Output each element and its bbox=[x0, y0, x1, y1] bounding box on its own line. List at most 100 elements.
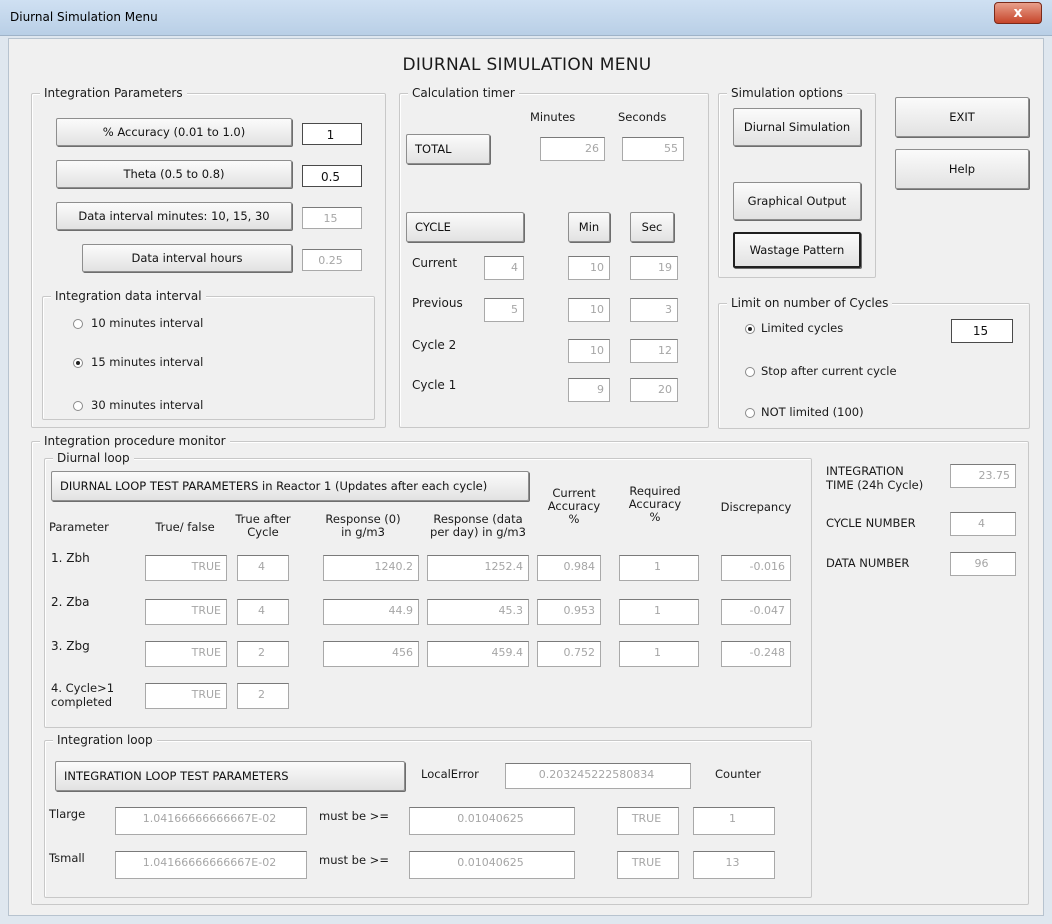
previous-cycle-field: 5 bbox=[484, 298, 524, 322]
exit-button[interactable]: EXIT bbox=[895, 97, 1029, 137]
tsmall-field: 1.04166666666667E-02 bbox=[115, 851, 307, 879]
radio-30-minutes[interactable] bbox=[73, 401, 83, 411]
close-icon: x bbox=[1013, 5, 1023, 21]
page-title: DIURNAL SIMULATION MENU bbox=[402, 55, 652, 75]
tlarge-label: Tlarge bbox=[49, 807, 86, 821]
timer-row-label: Cycle 1 bbox=[412, 378, 457, 392]
integration-data-interval-legend: Integration data interval bbox=[51, 289, 206, 303]
row1-required-accuracy-field: 1 bbox=[619, 555, 699, 581]
integration-loop-legend: Integration loop bbox=[53, 733, 157, 747]
sec-button[interactable]: Sec bbox=[630, 212, 674, 242]
row3-discrepancy-field: -0.248 bbox=[721, 641, 791, 667]
integration-loop-test-button[interactable]: INTEGRATION LOOP TEST PARAMETERS bbox=[55, 761, 405, 791]
graphical-output-button[interactable]: Graphical Output bbox=[733, 182, 861, 220]
tsmall-target-field: 0.01040625 bbox=[409, 851, 575, 879]
dialog-client-area: DIURNAL SIMULATION MENU Integration Para… bbox=[8, 38, 1044, 916]
current-min-field: 10 bbox=[568, 256, 610, 280]
limit-cycles-group: Limit on number of Cycles Limited cycles… bbox=[718, 296, 1030, 429]
tlarge-counter-field: 1 bbox=[693, 807, 775, 835]
current-cycle-field: 4 bbox=[484, 256, 524, 280]
row4-true-false-field: TRUE bbox=[145, 683, 227, 709]
col-header-response0: Response (0) in g/m3 bbox=[325, 512, 401, 539]
calculation-timer-group: Calculation timer Minutes Seconds TOTAL … bbox=[399, 86, 709, 428]
previous-sec-field: 3 bbox=[630, 298, 678, 322]
tsmall-label: Tsmall bbox=[49, 851, 85, 865]
data-interval-minutes-button[interactable]: Data interval minutes: 10, 15, 30 bbox=[56, 202, 292, 230]
radio-limited-cycles-label: Limited cycles bbox=[761, 321, 844, 335]
help-button[interactable]: Help bbox=[895, 149, 1029, 189]
window-title: Diurnal Simulation Menu bbox=[10, 10, 158, 24]
cycle-number-label: CYCLE NUMBER bbox=[826, 516, 916, 530]
integration-monitor-legend: Integration procedure monitor bbox=[40, 434, 230, 448]
theta-button[interactable]: Theta (0.5 to 0.8) bbox=[56, 160, 292, 188]
row3-response0-field: 456 bbox=[323, 641, 419, 667]
tlarge-target-field: 0.01040625 bbox=[409, 807, 575, 835]
min-button[interactable]: Min bbox=[568, 212, 610, 242]
cycle-number-field: 4 bbox=[950, 512, 1016, 536]
previous-min-field: 10 bbox=[568, 298, 610, 322]
row1-response0-field: 1240.2 bbox=[323, 555, 419, 581]
local-error-label: LocalError bbox=[421, 767, 479, 781]
cycle1-sec-field: 20 bbox=[630, 378, 678, 402]
cycle-button[interactable]: CYCLE bbox=[406, 212, 524, 242]
radio-not-limited[interactable] bbox=[745, 408, 755, 418]
param-row-label: 2. Zba bbox=[51, 595, 90, 609]
total-seconds-field: 55 bbox=[622, 137, 684, 161]
row2-response-data-field: 45.3 bbox=[427, 599, 529, 625]
radio-10-minutes[interactable] bbox=[73, 319, 83, 329]
timer-row-label: Current bbox=[412, 256, 458, 270]
timer-row-label: Cycle 2 bbox=[412, 338, 457, 352]
row2-true-after-field: 4 bbox=[237, 599, 289, 625]
diurnal-loop-legend: Diurnal loop bbox=[53, 451, 134, 465]
row3-true-after-field: 2 bbox=[237, 641, 289, 667]
row1-true-false-field: TRUE bbox=[145, 555, 227, 581]
tsmall-counter-field: 13 bbox=[693, 851, 775, 879]
data-interval-hours-button[interactable]: Data interval hours bbox=[82, 244, 292, 272]
data-number-label: DATA NUMBER bbox=[826, 556, 910, 570]
limited-cycles-field[interactable]: 15 bbox=[951, 319, 1013, 343]
counter-label: Counter bbox=[715, 767, 761, 781]
radio-10-minutes-label: 10 minutes interval bbox=[91, 316, 204, 330]
diurnal-loop-group: Diurnal loop DIURNAL LOOP TEST PARAMETER… bbox=[44, 451, 812, 728]
timer-row-label: Previous bbox=[412, 296, 463, 310]
theta-field[interactable]: 0.5 bbox=[302, 165, 362, 187]
row3-true-false-field: TRUE bbox=[145, 641, 227, 667]
col-header-true-false: True/ false bbox=[155, 520, 215, 534]
param-row-label: 1. Zbh bbox=[51, 551, 90, 565]
tlarge-field: 1.04166666666667E-02 bbox=[115, 807, 307, 835]
simulation-options-legend: Simulation options bbox=[727, 86, 847, 100]
col-header-discrepancy: Discrepancy bbox=[720, 500, 792, 514]
diurnal-simulation-button[interactable]: Diurnal Simulation bbox=[733, 108, 861, 146]
total-minutes-field: 26 bbox=[540, 137, 605, 161]
col-header-response-data: Response (data per day) in g/m3 bbox=[430, 512, 526, 539]
radio-stop-after-current[interactable] bbox=[745, 367, 755, 377]
diurnal-loop-test-button[interactable]: DIURNAL LOOP TEST PARAMETERS in Reactor … bbox=[51, 471, 529, 501]
row4-true-after-field: 2 bbox=[237, 683, 289, 709]
radio-stop-after-current-label: Stop after current cycle bbox=[761, 364, 897, 378]
row1-true-after-field: 4 bbox=[237, 555, 289, 581]
radio-limited-cycles[interactable] bbox=[745, 324, 755, 334]
data-interval-hours-field[interactable]: 0.25 bbox=[302, 249, 362, 271]
radio-not-limited-label: NOT limited (100) bbox=[761, 405, 864, 419]
accuracy-field[interactable]: 1 bbox=[302, 123, 362, 145]
data-interval-minutes-field[interactable]: 15 bbox=[302, 207, 362, 229]
integration-data-interval-group: Integration data interval 10 minutes int… bbox=[42, 289, 375, 420]
cycle2-sec-field: 12 bbox=[630, 339, 678, 363]
integration-monitor-group: Integration procedure monitor Diurnal lo… bbox=[31, 434, 1029, 905]
calculation-timer-legend: Calculation timer bbox=[408, 86, 519, 100]
radio-15-minutes-label: 15 minutes interval bbox=[91, 355, 204, 369]
local-error-field: 0.203245222580834 bbox=[505, 763, 691, 789]
integration-loop-group: Integration loop INTEGRATION LOOP TEST P… bbox=[44, 733, 812, 898]
param-row-label: 3. Zbg bbox=[51, 639, 90, 653]
integration-parameters-group: Integration Parameters % Accuracy (0.01 … bbox=[31, 86, 386, 428]
minutes-header: Minutes bbox=[530, 110, 576, 124]
close-button[interactable]: x bbox=[994, 2, 1042, 24]
col-header-true-after-cycle: True after Cycle bbox=[235, 512, 291, 539]
row1-response-data-field: 1252.4 bbox=[427, 555, 529, 581]
wastage-pattern-button[interactable]: Wastage Pattern bbox=[733, 232, 861, 268]
radio-15-minutes[interactable] bbox=[73, 358, 83, 368]
data-number-field: 96 bbox=[950, 552, 1016, 576]
accuracy-button[interactable]: % Accuracy (0.01 to 1.0) bbox=[56, 118, 292, 146]
row2-discrepancy-field: -0.047 bbox=[721, 599, 791, 625]
total-button[interactable]: TOTAL bbox=[406, 134, 490, 164]
